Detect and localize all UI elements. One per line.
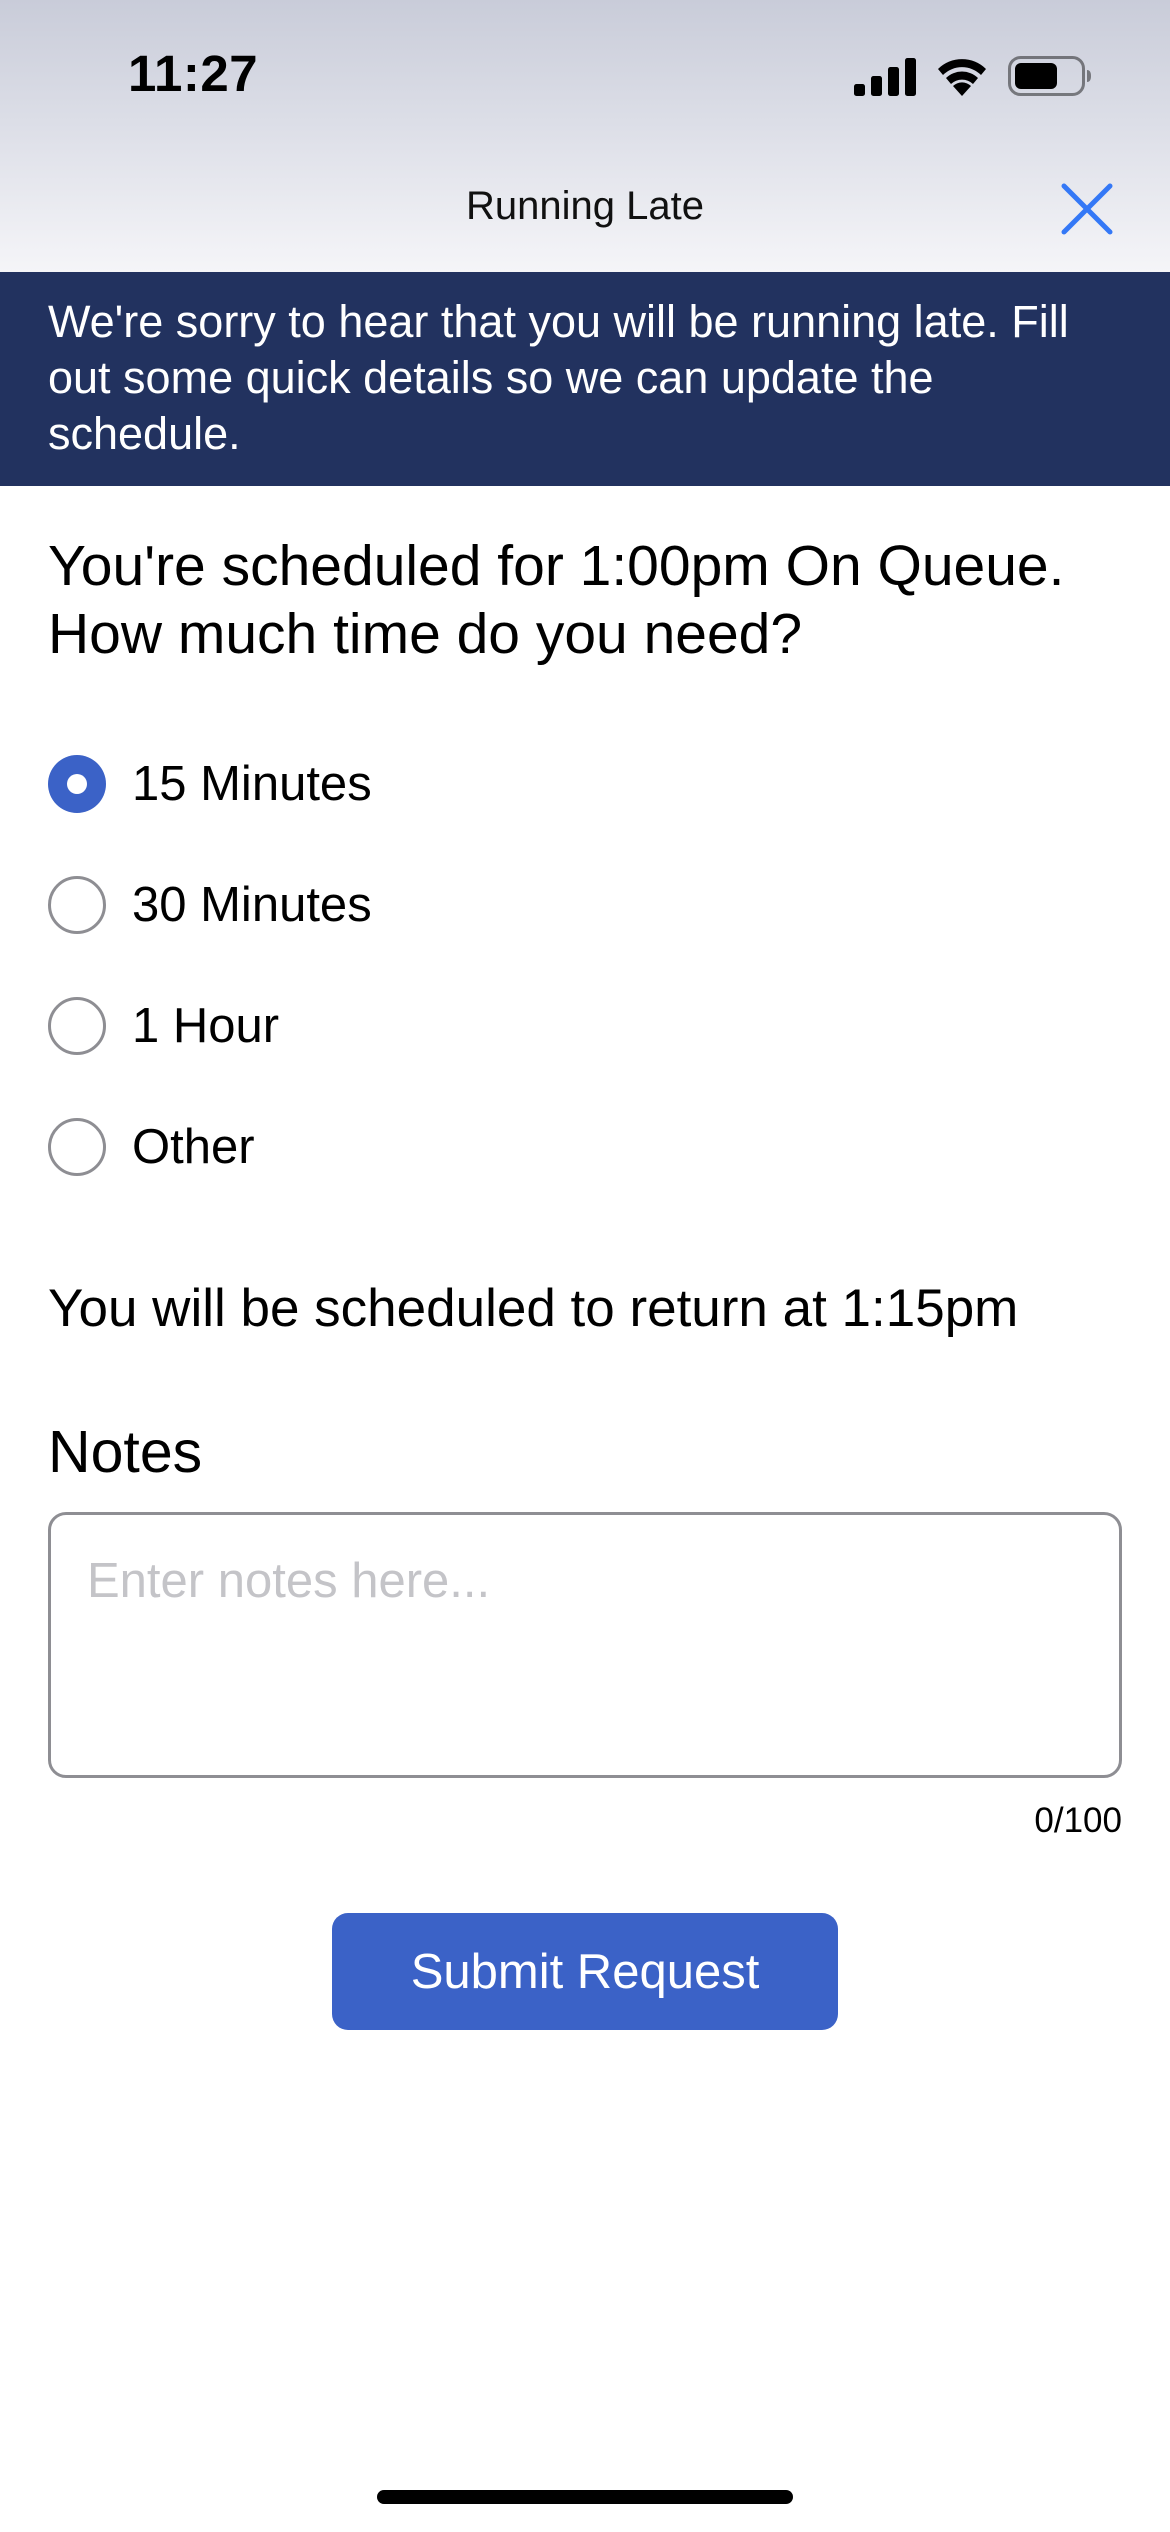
time-question: You're scheduled for 1:00pm On Queue. Ho…	[48, 534, 1065, 666]
top-bar: 11:27 Running Late	[0, 0, 1170, 272]
option-15-minutes[interactable]: 15 Minutes	[48, 752, 372, 816]
radio-selected-icon[interactable]	[48, 755, 106, 813]
option-label: 1 Hour	[132, 999, 280, 1053]
radio-unselected-icon[interactable]	[48, 876, 106, 934]
battery-icon	[1008, 56, 1091, 96]
option-30-minutes[interactable]: 30 Minutes	[48, 873, 372, 937]
info-banner: We're sorry to hear that you will be run…	[0, 272, 1170, 486]
banner-message: We're sorry to hear that you will be run…	[48, 296, 1069, 459]
character-count: 0/100	[1034, 1801, 1122, 1840]
option-label: Other	[132, 1120, 255, 1174]
notes-label: Notes	[48, 1419, 203, 1485]
option-1-hour[interactable]: 1 Hour	[48, 994, 279, 1058]
option-label: 15 Minutes	[132, 757, 372, 811]
return-time-text: You will be scheduled to return at 1:15p…	[48, 1279, 1019, 1338]
wifi-icon	[938, 59, 986, 96]
close-icon[interactable]	[1056, 178, 1118, 240]
option-other[interactable]: Other	[48, 1115, 255, 1179]
page-title: Running Late	[466, 184, 704, 228]
radio-unselected-icon[interactable]	[48, 997, 106, 1055]
status-time: 11:27	[128, 45, 259, 102]
submit-request-button[interactable]: Submit Request	[332, 1913, 838, 2030]
option-label: 30 Minutes	[132, 878, 372, 932]
notes-field[interactable]	[48, 1512, 1122, 1778]
radio-unselected-icon[interactable]	[48, 1118, 106, 1176]
cellular-signal-icon	[854, 58, 916, 96]
home-indicator[interactable]	[377, 2490, 793, 2504]
